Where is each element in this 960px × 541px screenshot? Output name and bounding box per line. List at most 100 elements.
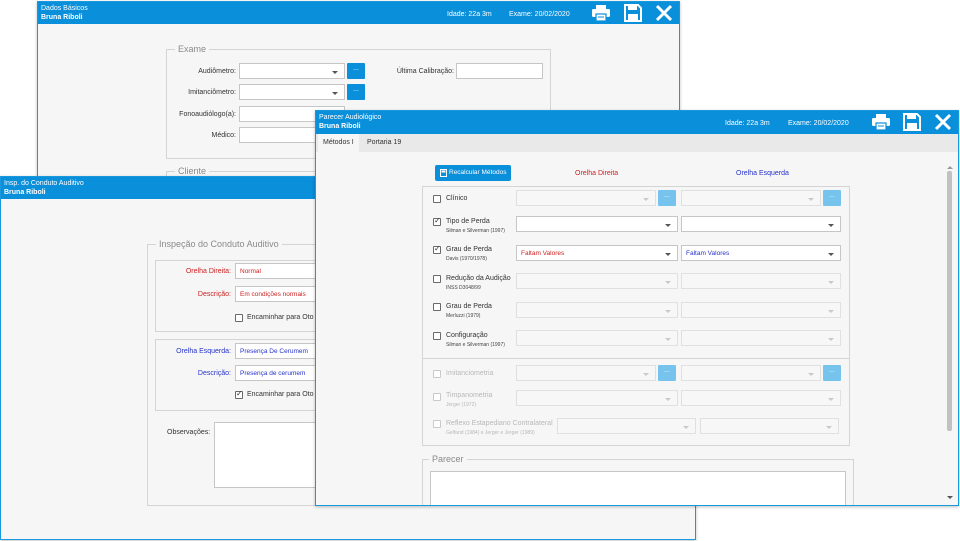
patient-age: Idade: 22a 3m <box>725 120 770 127</box>
tipo-perda-od-select[interactable] <box>516 216 678 232</box>
reducao-audicao-ref: INSS D3048/99 <box>446 285 481 291</box>
col-orelha-esquerda: Orelha Esquerda <box>736 170 789 177</box>
oe-encaminhar-label: Encaminhar para Oto <box>247 391 314 398</box>
dados-basicos-titlebar: Dados Básicos Bruna Riboli Idade: 22a 3m… <box>38 2 679 24</box>
reflexo-oe-select[interactable] <box>700 418 839 434</box>
grau-perda-davis-oe-value: Faltam Valores <box>686 250 730 257</box>
scroll-up-icon[interactable] <box>947 165 953 170</box>
calibracao-label: Última Calibração: <box>396 68 454 75</box>
save-icon[interactable] <box>902 113 922 131</box>
reducao-audicao-oe-select[interactable] <box>681 273 841 289</box>
calibracao-input[interactable] <box>456 63 543 79</box>
od-label: Orelha Direita: <box>185 268 231 275</box>
parecer-titlebar: Parecer Audiológico Bruna Riboli Idade: … <box>316 111 958 134</box>
parecer-textarea[interactable] <box>430 471 846 505</box>
imitanciometro-label: Imitanciômetro: <box>188 89 236 96</box>
check-icon: ✓ <box>434 216 441 225</box>
timpanometria-checkbox[interactable] <box>433 393 441 401</box>
grau-perda-merluzzi-label: Grau de Perda <box>446 303 492 310</box>
window-title: Parecer Audiológico <box>319 114 382 121</box>
od-desc-value: Em condições normais <box>240 291 306 298</box>
grau-perda-merluzzi-od-select[interactable] <box>516 302 678 318</box>
oe-desc-value: Presença de cerumem <box>240 370 306 377</box>
imitanciometria-od-select[interactable] <box>516 365 656 381</box>
grau-perda-merluzzi-oe-select[interactable] <box>681 302 841 318</box>
grau-perda-davis-checkbox[interactable]: ✓ <box>433 244 441 254</box>
oe-value: Presença De Cerumem <box>240 348 308 355</box>
tipo-perda-oe-select[interactable] <box>681 216 841 232</box>
configuracao-checkbox[interactable] <box>433 332 441 340</box>
audiometro-select[interactable] <box>239 63 345 79</box>
recalcular-metodos-button[interactable]: Recalcular Métodos <box>435 165 511 181</box>
imitanciometro-more-button[interactable]: ... <box>347 84 365 100</box>
print-icon[interactable] <box>591 4 611 22</box>
imitanciometria-label: Imitanciometria <box>446 370 494 377</box>
imitanciometria-checkbox[interactable] <box>433 370 441 378</box>
exam-date: Exame: 20/02/2020 <box>788 120 849 127</box>
medico-label: Médico: <box>211 132 236 139</box>
imitanciometria-oe-select[interactable] <box>681 365 821 381</box>
imitanciometro-select[interactable] <box>239 84 345 100</box>
timpanometria-od-select[interactable] <box>516 390 678 406</box>
clinico-label: Clínico <box>446 195 468 202</box>
od-encaminhar-checkbox[interactable] <box>235 314 243 322</box>
reflexo-checkbox[interactable] <box>433 420 441 428</box>
imitanciometria-od-more-button[interactable]: ... <box>658 365 676 381</box>
grau-perda-merluzzi-checkbox[interactable] <box>433 303 441 311</box>
clinico-oe-select[interactable] <box>681 190 821 206</box>
vertical-scrollbar[interactable] <box>946 165 954 502</box>
scrollbar-thumb[interactable] <box>947 171 952 431</box>
tipo-perda-checkbox[interactable]: ✓ <box>433 216 441 226</box>
clinico-od-select[interactable] <box>516 190 656 206</box>
clinico-od-more-button[interactable]: ... <box>658 190 676 206</box>
tipo-perda-label: Tipo de Perda <box>446 218 490 225</box>
parecer-legend: Parecer <box>429 454 467 464</box>
grau-perda-davis-od-select[interactable]: Faltam Valores <box>516 245 678 261</box>
clinico-oe-more-button[interactable]: ... <box>823 190 841 206</box>
grau-perda-davis-od-value: Faltam Valores <box>521 250 565 257</box>
timpanometria-ref: Jerger (1972) <box>446 402 477 408</box>
reducao-audicao-od-select[interactable] <box>516 273 678 289</box>
col-orelha-direita: Orelha Direita <box>575 170 619 177</box>
check-icon: ✓ <box>434 244 441 253</box>
oe-label: Orelha Esquerda: <box>176 348 231 355</box>
exame-legend: Exame <box>175 44 210 54</box>
reducao-audicao-checkbox[interactable] <box>433 275 441 283</box>
imitanciometria-oe-more-button[interactable]: ... <box>823 365 841 381</box>
inspecao-legend: Inspeção do Conduto Auditivo <box>156 239 282 249</box>
configuracao-ref: Silman e Silverman (1997) <box>446 342 505 348</box>
close-icon[interactable] <box>654 4 674 22</box>
tab-metodos-i[interactable]: Métodos I <box>318 134 359 152</box>
od-encaminhar-label: Encaminhar para Oto <box>247 314 314 321</box>
reducao-audicao-label: Redução da Audição <box>446 275 511 282</box>
patient-name: Bruna Riboli <box>4 189 46 196</box>
reflexo-label: Reflexo Estapediano Contralateral <box>446 420 553 427</box>
fono-label: Fonoaudiólogo(a): <box>179 111 236 118</box>
save-icon[interactable] <box>623 4 643 22</box>
timpanometria-label: Timpanometria <box>446 392 493 399</box>
tab-portaria-19[interactable]: Portaria 19 <box>362 134 406 152</box>
configuracao-od-select[interactable] <box>516 330 678 346</box>
scroll-down-icon[interactable] <box>947 495 953 500</box>
close-icon[interactable] <box>933 113 953 131</box>
parecer-window: Parecer Audiológico Bruna Riboli Idade: … <box>315 110 959 506</box>
metodos-divider <box>422 358 850 359</box>
configuracao-oe-select[interactable] <box>681 330 841 346</box>
clinico-checkbox[interactable] <box>433 195 441 203</box>
oe-encaminhar-checkbox[interactable]: ✓ <box>235 389 243 399</box>
window-title: Dados Básicos <box>41 5 88 12</box>
audiometro-more-button[interactable]: ... <box>347 63 365 79</box>
patient-name: Bruna Riboli <box>319 123 361 130</box>
grau-perda-davis-label: Grau de Perda <box>446 246 492 253</box>
timpanometria-oe-select[interactable] <box>681 390 841 406</box>
grau-perda-merluzzi-ref: Merluzzi (1979) <box>446 313 481 319</box>
patient-name: Bruna Riboli <box>41 14 83 21</box>
configuracao-label: Configuração <box>446 332 488 339</box>
tipo-perda-ref: Silman e Silverman (1997) <box>446 228 505 234</box>
cliente-legend: Cliente <box>175 166 210 176</box>
od-desc-label: Descrição: <box>197 291 231 298</box>
reflexo-od-select[interactable] <box>557 418 696 434</box>
print-icon[interactable] <box>871 113 891 131</box>
grau-perda-davis-oe-select[interactable]: Faltam Valores <box>681 245 841 261</box>
parecer-tabs: Métodos I Portaria 19 <box>316 134 958 152</box>
